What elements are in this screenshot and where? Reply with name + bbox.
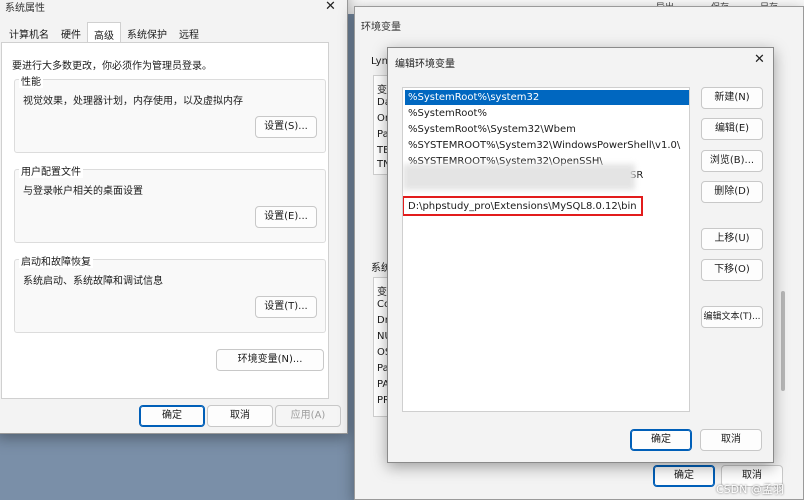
user-profiles-settings-button[interactable]: 设置(E)... bbox=[255, 206, 317, 228]
ok-button[interactable]: 确定 bbox=[630, 429, 692, 451]
window-title: 环境变量 bbox=[361, 22, 401, 33]
dialog-title: 编辑环境变量 bbox=[395, 59, 455, 70]
move-up-button[interactable]: 上移(U) bbox=[701, 228, 763, 250]
path-list-item[interactable]: %SystemRoot% bbox=[405, 106, 689, 121]
tab-hardware[interactable]: 硬件 bbox=[55, 22, 87, 42]
user-profiles-group: 用户配置文件 与登录帐户相关的桌面设置 设置(E)... bbox=[14, 163, 326, 243]
edit-button[interactable]: 编辑(E) bbox=[701, 118, 763, 140]
close-icon[interactable]: ✕ bbox=[325, 0, 336, 14]
apply-button[interactable]: 应用(A) bbox=[275, 405, 341, 427]
edit-text-button[interactable]: 编辑文本(T)... bbox=[701, 306, 763, 328]
tab-computer-name[interactable]: 计算机名 bbox=[3, 22, 55, 42]
sys-var-frag: 变 bbox=[377, 287, 387, 298]
ok-button[interactable]: 确定 bbox=[653, 465, 715, 487]
highlight-box bbox=[403, 196, 643, 216]
tab-strip: 计算机名 硬件 高级 系统保护 远程 bbox=[3, 22, 205, 42]
delete-button[interactable]: 删除(D) bbox=[701, 181, 763, 203]
move-down-button[interactable]: 下移(O) bbox=[701, 259, 763, 281]
admin-note: 要进行大多数更改，你必须作为管理员登录。 bbox=[12, 61, 212, 72]
startup-recovery-group: 启动和故障恢复 系统启动、系统故障和调试信息 设置(T)... bbox=[14, 253, 326, 333]
group-description: 系统启动、系统故障和调试信息 bbox=[23, 276, 163, 287]
edit-environment-variable-dialog: 编辑环境变量 ✕ %SystemRoot%\system32 %SystemRo… bbox=[387, 47, 774, 463]
browse-button[interactable]: 浏览(B)... bbox=[701, 150, 763, 172]
cancel-button[interactable]: 取消 bbox=[700, 429, 762, 451]
group-description: 视觉效果，处理器计划，内存使用，以及虚拟内存 bbox=[23, 96, 243, 107]
tab-remote[interactable]: 远程 bbox=[173, 22, 205, 42]
advanced-tab-panel: 要进行大多数更改，你必须作为管理员登录。 性能 视觉效果，处理器计划，内存使用，… bbox=[1, 42, 329, 399]
path-list-item[interactable]: %SystemRoot%\System32\Wbem bbox=[405, 122, 689, 137]
new-button[interactable]: 新建(N) bbox=[701, 87, 763, 109]
system-properties-window: 系统属性 ✕ 计算机名 硬件 高级 系统保护 远程 要进行大多数更改，你必须作为… bbox=[0, 0, 348, 434]
path-list-item[interactable]: %SYSTEMROOT%\System32\WindowsPowerShell\… bbox=[405, 138, 689, 153]
performance-settings-button[interactable]: 设置(S)... bbox=[255, 116, 317, 138]
user-var-frag: 变 bbox=[377, 85, 387, 96]
performance-group: 性能 视觉效果，处理器计划，内存使用，以及虚拟内存 设置(S)... bbox=[14, 73, 326, 153]
watermark: CSDN @孟羽 bbox=[716, 483, 784, 496]
environment-variables-button[interactable]: 环境变量(N)... bbox=[216, 349, 324, 371]
group-title: 用户配置文件 bbox=[19, 163, 83, 178]
group-description: 与登录帐户相关的桌面设置 bbox=[23, 186, 143, 197]
window-title: 系统属性 bbox=[5, 3, 45, 14]
scrollbar[interactable] bbox=[781, 291, 785, 391]
path-list-item[interactable]: %SystemRoot%\system32 bbox=[405, 90, 689, 105]
blur-redaction bbox=[403, 164, 635, 190]
tab-advanced[interactable]: 高级 bbox=[87, 22, 121, 42]
cancel-button[interactable]: 取消 bbox=[207, 405, 273, 427]
path-list[interactable]: %SystemRoot%\system32 %SystemRoot% %Syst… bbox=[402, 87, 690, 412]
tab-system-protection[interactable]: 系统保护 bbox=[121, 22, 173, 42]
group-title: 性能 bbox=[19, 73, 43, 88]
group-title: 启动和故障恢复 bbox=[19, 253, 93, 268]
startup-recovery-settings-button[interactable]: 设置(T)... bbox=[255, 296, 317, 318]
ok-button[interactable]: 确定 bbox=[139, 405, 205, 427]
close-icon[interactable]: ✕ bbox=[754, 52, 765, 67]
